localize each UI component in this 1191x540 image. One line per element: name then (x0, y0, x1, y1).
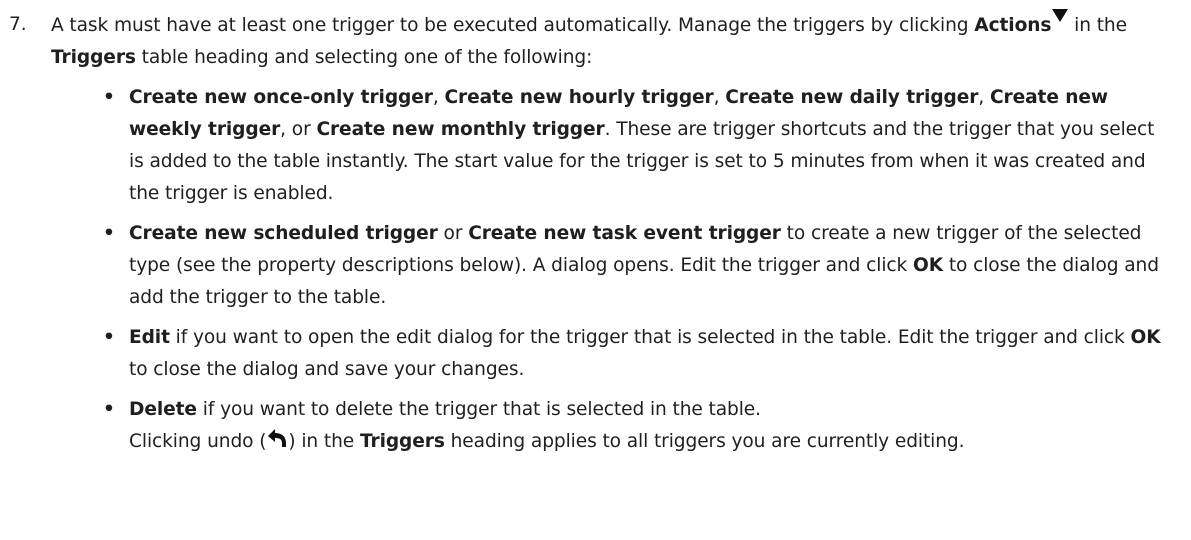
bullet-icon: • (103, 327, 115, 348)
step-7: 7. A task must have at least one trigger… (0, 9, 1191, 458)
bullet-icon: • (103, 223, 115, 244)
triggers-label: Triggers (51, 47, 136, 68)
triangle-down-icon (1052, 9, 1069, 22)
step-number: 7. (9, 14, 27, 35)
undo-icon (268, 429, 287, 447)
list-item-shortcuts: • Create new once-only trigger, Create n… (103, 82, 1171, 210)
actions-label: Actions (974, 15, 1052, 36)
bullet-icon: • (103, 399, 115, 420)
bullet-icon: • (103, 87, 115, 108)
bullet-list: • Create new once-only trigger, Create n… (51, 82, 1171, 458)
step-intro: A task must have at least one trigger to… (51, 9, 1171, 74)
list-item-delete: • Delete if you want to delete the trigg… (103, 394, 1171, 458)
list-item-scheduled: • Create new scheduled trigger or Create… (103, 218, 1171, 314)
list-item-edit: • Edit if you want to open the edit dial… (103, 322, 1171, 386)
